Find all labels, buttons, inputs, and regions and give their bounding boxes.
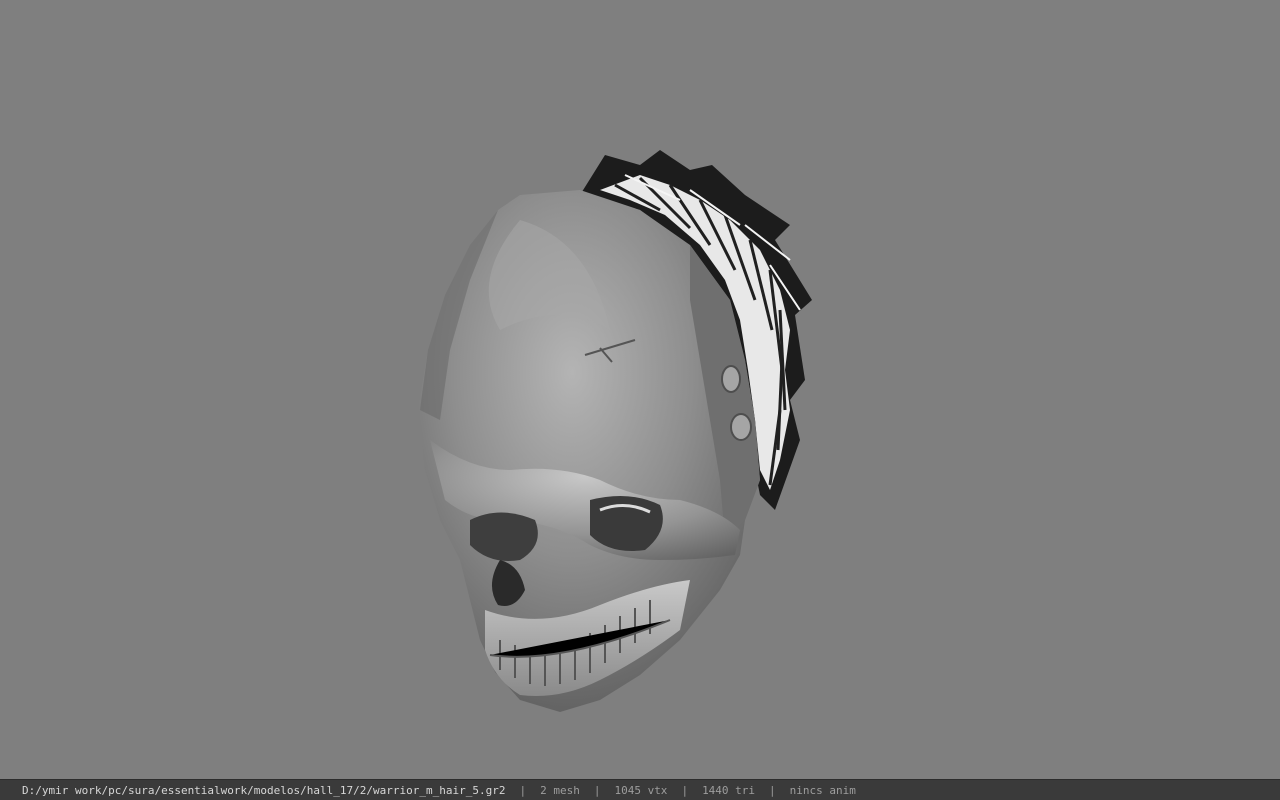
- 3d-viewport[interactable]: [0, 0, 1280, 779]
- vertex-count: 1045 vtx: [614, 783, 668, 797]
- animation-status: nincs anim: [789, 783, 856, 797]
- file-path: D:/ymir work/pc/sura/essentialwork/model…: [22, 783, 506, 797]
- model-render: [418, 150, 812, 712]
- separator: |: [593, 783, 601, 797]
- separator: |: [769, 783, 776, 797]
- triangle-count: 1440 tri: [702, 783, 756, 797]
- model-viewer-window: D:/ymir work/pc/sura/essentialwork/model…: [0, 0, 1280, 800]
- separator: |: [681, 783, 689, 797]
- status-bar: D:/ymir work/pc/sura/essentialwork/model…: [0, 779, 1280, 800]
- mesh-count: 2 mesh: [540, 783, 580, 797]
- separator: |: [519, 783, 527, 797]
